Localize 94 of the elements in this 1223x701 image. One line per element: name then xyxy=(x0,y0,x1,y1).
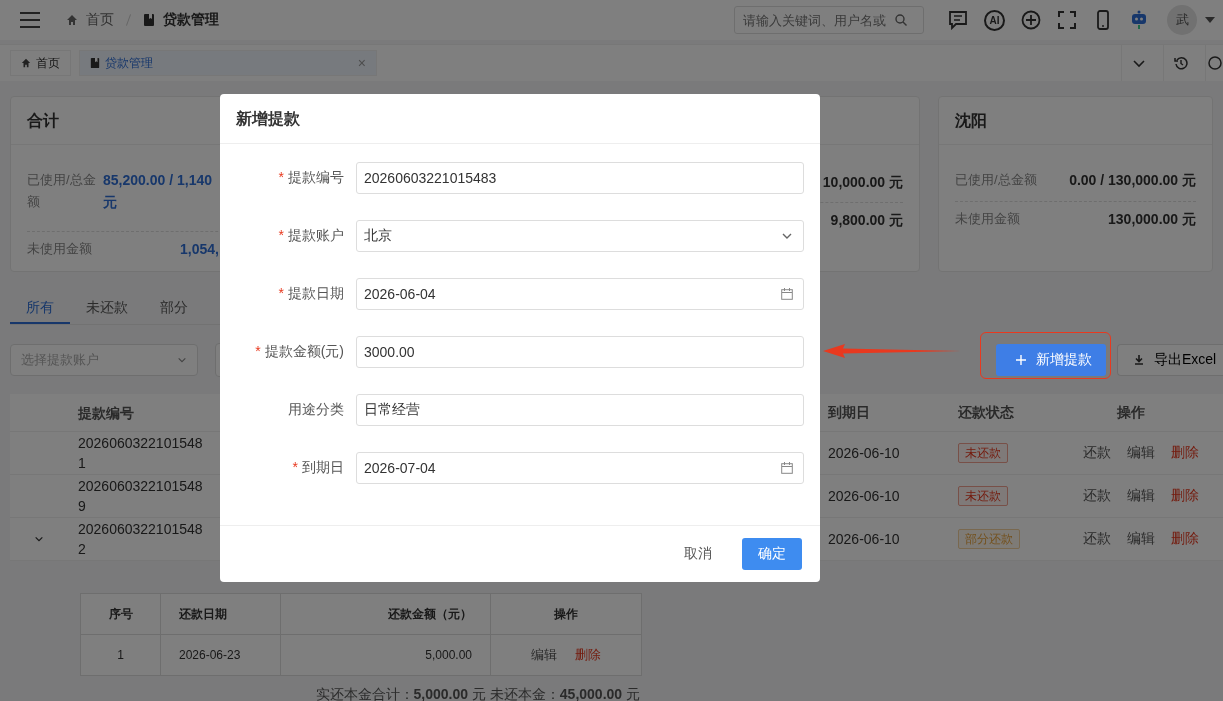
action-link[interactable]: 编辑 xyxy=(1127,487,1155,505)
amount-value: 元 xyxy=(103,193,117,212)
table-cell: 5,000.00 xyxy=(281,635,491,675)
action-link[interactable]: 还款 xyxy=(1083,444,1111,462)
input-field[interactable]: 日常经营 xyxy=(356,394,804,426)
confirm-button[interactable]: 确定 xyxy=(742,538,802,570)
column-header: 到期日 xyxy=(828,403,871,422)
menu-icon[interactable] xyxy=(20,12,40,28)
circle-icon xyxy=(1208,56,1222,70)
action-link[interactable]: 删除 xyxy=(575,646,601,664)
field-label: 提款日期 xyxy=(288,285,344,301)
required-mark: * xyxy=(255,343,261,359)
cancel-button[interactable]: 取消 xyxy=(678,544,718,564)
filter-tab[interactable]: 部分 xyxy=(144,292,204,324)
table-cell: 20260603221015489 xyxy=(78,478,203,514)
chevron-down-icon[interactable] xyxy=(34,534,44,544)
book-icon xyxy=(90,58,100,68)
dialog-title: 新增提款 xyxy=(220,94,820,144)
action-link[interactable]: 删除 xyxy=(1171,487,1199,505)
amount-value: 1,054, xyxy=(180,240,219,259)
action-link[interactable]: 还款 xyxy=(1083,487,1111,505)
history-icon xyxy=(1173,56,1188,70)
breadcrumb-item[interactable]: 首页 xyxy=(86,11,114,29)
required-mark: * xyxy=(278,169,284,185)
table-cell: 1 xyxy=(81,635,161,675)
status-tag: 部分还款 xyxy=(958,529,1020,549)
home-icon xyxy=(66,14,78,26)
breadcrumb-item: 贷款管理 xyxy=(163,11,219,29)
calendar-icon xyxy=(781,462,793,474)
column-header: 序号 xyxy=(81,594,161,634)
column-header: 提款编号 xyxy=(78,403,135,423)
table-cell-text: 2026-06-10 xyxy=(828,531,901,547)
repayment-summary: 实还本金合计：5,000.00 元 未还本金：45,000.00 元 xyxy=(315,686,640,701)
field-label: 到期日 xyxy=(302,459,344,475)
add-withdrawal-button[interactable]: 新增提款 xyxy=(996,344,1106,376)
close-button[interactable]: × xyxy=(357,55,366,71)
table-cell: 20260603221015482 xyxy=(78,521,203,557)
book-icon xyxy=(143,14,155,26)
field-label: 提款金额(元) xyxy=(264,343,344,359)
required-mark: * xyxy=(278,285,284,301)
input-field[interactable]: 20260603221015483 xyxy=(356,162,804,194)
field-label: 提款编号 xyxy=(288,169,344,185)
column-header: 操作 xyxy=(553,605,579,623)
card-title: 沈阳 xyxy=(939,97,1212,145)
plus-icon xyxy=(1016,355,1026,365)
page-tab[interactable]: 首页 xyxy=(10,50,71,76)
amount-value: 130,000.00 元 xyxy=(1108,210,1196,229)
fullscreen-icon[interactable] xyxy=(1057,10,1077,30)
column-header: 操作 xyxy=(1116,403,1145,422)
input-field[interactable]: 2026-07-04 xyxy=(356,452,804,484)
settings-button[interactable] xyxy=(1205,45,1223,81)
status-tag: 未还款 xyxy=(958,443,1008,463)
input-field[interactable]: 北京 xyxy=(356,220,804,252)
action-link[interactable]: 编辑 xyxy=(531,646,557,664)
user-avatar[interactable]: 武 xyxy=(1167,5,1197,35)
download-icon xyxy=(1134,355,1144,365)
column-header: 还款金额（元） xyxy=(281,594,491,634)
table-cell: 2026-06-23 xyxy=(161,635,281,675)
table-cell-text: 2026-06-10 xyxy=(828,445,901,461)
action-link[interactable]: 还款 xyxy=(1083,530,1111,548)
action-link[interactable]: 删除 xyxy=(1171,530,1199,548)
search-icon[interactable] xyxy=(895,14,907,26)
input-field[interactable]: 2026-06-04 xyxy=(356,278,804,310)
amount-value: 10,000.00 元 xyxy=(822,173,903,192)
chevron-down-icon xyxy=(177,355,187,365)
add-icon[interactable] xyxy=(1021,10,1041,30)
caret-icon[interactable] xyxy=(1205,17,1215,23)
home-icon xyxy=(21,58,31,68)
action-link[interactable]: 编辑 xyxy=(1127,444,1155,462)
page-tab[interactable]: 贷款管理 × xyxy=(79,50,377,76)
column-header: 还款日期 xyxy=(161,594,281,634)
input-field[interactable]: 3000.00 xyxy=(356,336,804,368)
field-label: 提款账户 xyxy=(288,227,344,243)
field-label: 用途分类 xyxy=(288,401,344,417)
calendar-icon xyxy=(781,288,793,300)
table-cell-text: 2026-06-10 xyxy=(828,488,901,504)
amount-value: 9,800.00 元 xyxy=(830,211,903,230)
column-header: 还款状态 xyxy=(958,403,1015,422)
table-cell: 20260603221015481 xyxy=(78,435,203,471)
ai-button[interactable]: AI xyxy=(984,9,1005,31)
action-link[interactable]: 编辑 xyxy=(1127,530,1155,548)
chat-icon[interactable] xyxy=(948,10,968,30)
filter-tab[interactable]: 未还款 xyxy=(70,292,144,324)
export-button[interactable]: 导出Excel xyxy=(1117,344,1223,376)
action-link[interactable]: 删除 xyxy=(1171,444,1199,462)
filter-tab[interactable]: 所有 xyxy=(10,292,70,324)
amount-value: 85,200.00 / 1,140 xyxy=(103,171,212,190)
status-tag: 未还款 xyxy=(958,486,1008,506)
amount-value: 0.00 / 130,000.00 元 xyxy=(1069,171,1196,190)
chevron-down-icon xyxy=(1132,57,1145,69)
required-mark: * xyxy=(278,227,284,243)
required-mark: * xyxy=(292,459,298,475)
search-field[interactable]: 请输入关键词、用户名或 xyxy=(734,6,924,34)
robot-icon[interactable] xyxy=(1129,10,1149,30)
